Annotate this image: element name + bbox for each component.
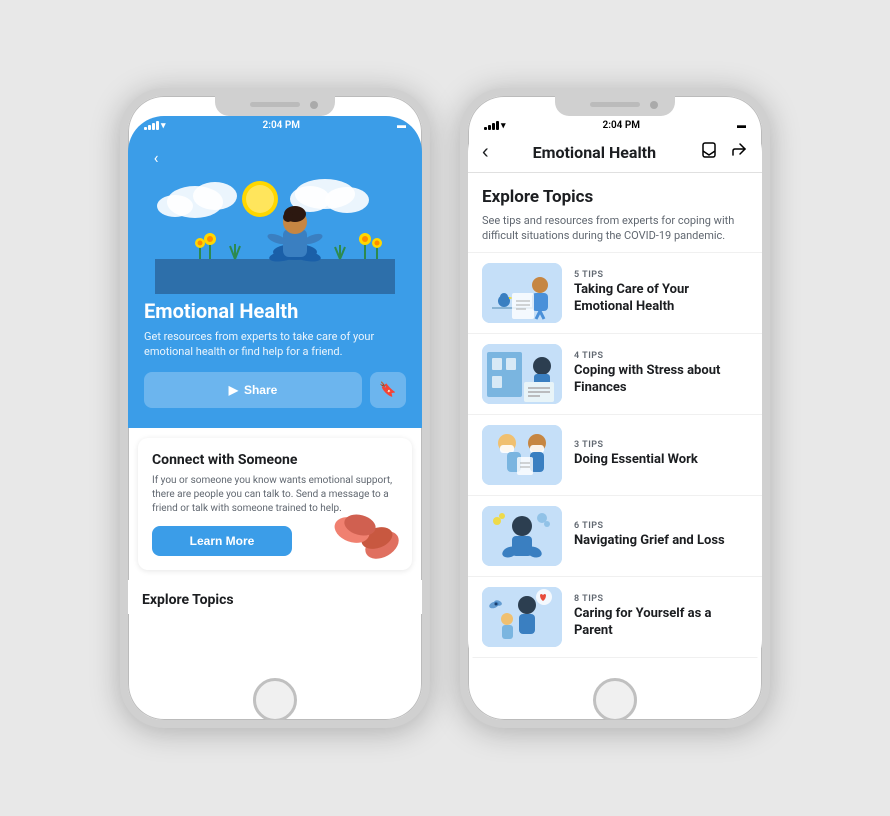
topic-info-3: 3 TIPS Doing Essential Work xyxy=(574,440,748,469)
explore-subtitle: See tips and resources from experts for … xyxy=(482,213,748,244)
phone-left: ▾ 2:04 PM ▬ ‹ xyxy=(120,88,430,728)
topic-tips-5: 8 TIPS xyxy=(574,594,748,604)
status-time-2: 2:04 PM xyxy=(603,120,641,131)
bookmark-button-2[interactable] xyxy=(700,141,718,164)
topic-item-1[interactable]: 5 TIPS Taking Care of Your Emotional Hea… xyxy=(468,253,762,334)
topic-info-5: 8 TIPS Caring for Yourself as a Parent xyxy=(574,594,748,640)
home-button[interactable] xyxy=(253,678,297,722)
status-bar-left: ▾ 2:04 PM ▬ xyxy=(128,116,422,133)
app-header: ‹ Emotional Health xyxy=(468,133,762,173)
topic-name-4: Navigating Grief and Loss xyxy=(574,533,748,550)
topic-thumb-5 xyxy=(482,587,562,647)
status-bar-right: ▾ 2:04 PM ▬ xyxy=(468,116,762,133)
topic-tips-1: 5 TIPS xyxy=(574,270,748,280)
topic-thumb-2 xyxy=(482,344,562,404)
bookmark-icon: 🔖 xyxy=(379,381,396,398)
hero-description: Get resources from experts to take care … xyxy=(144,329,406,360)
topic-info-4: 6 TIPS Navigating Grief and Loss xyxy=(574,521,748,550)
explore-main-title: Explore Topics xyxy=(482,187,748,207)
phone1-screen: ▾ 2:04 PM ▬ ‹ xyxy=(128,116,422,676)
connect-card: Connect with Someone If you or someone y… xyxy=(138,438,412,570)
signal-icon-2 xyxy=(484,121,499,130)
hero-illustration xyxy=(144,169,406,299)
header-actions xyxy=(700,141,748,164)
topic-name-3: Doing Essential Work xyxy=(574,452,748,469)
back-button-2[interactable]: ‹ xyxy=(482,141,489,164)
learn-more-button[interactable]: Learn More xyxy=(152,526,292,556)
explore-section-title: Explore Topics xyxy=(142,592,408,608)
share-button-2[interactable] xyxy=(730,141,748,164)
topic-name-1: Taking Care of Your Emotional Health xyxy=(574,282,748,316)
topic-thumb-1 xyxy=(482,263,562,323)
header-title: Emotional Health xyxy=(533,143,656,162)
topic-info-2: 4 TIPS Coping with Stress about Finances xyxy=(574,351,748,397)
share-icon: ▶ xyxy=(229,383,238,397)
phone2-speaker xyxy=(590,102,640,107)
connect-card-title: Connect with Someone xyxy=(152,452,398,468)
back-button[interactable]: ‹ xyxy=(144,145,168,169)
topic-item-4[interactable]: 6 TIPS Navigating Grief and Loss xyxy=(468,496,762,577)
bookmark-button[interactable]: 🔖 xyxy=(370,372,406,408)
topic-name-2: Coping with Stress about Finances xyxy=(574,363,748,397)
hero-section: ‹ xyxy=(128,133,422,428)
phone-camera xyxy=(310,101,318,109)
topic-item-3[interactable]: 3 TIPS Doing Essential Work xyxy=(468,415,762,496)
topic-thumb-3 xyxy=(482,425,562,485)
topic-info-1: 5 TIPS Taking Care of Your Emotional Hea… xyxy=(574,270,748,316)
topic-item-2[interactable]: 4 TIPS Coping with Stress about Finances xyxy=(468,334,762,415)
explore-section: Explore Topics xyxy=(128,580,422,614)
topic-name-5: Caring for Yourself as a Parent xyxy=(574,606,748,640)
explore-header: Explore Topics See tips and resources fr… xyxy=(468,173,762,253)
wifi-icon-2: ▾ xyxy=(501,121,506,131)
hero-title: Emotional Health xyxy=(144,299,406,323)
phone-right: ▾ 2:04 PM ▬ ‹ Emotional Health xyxy=(460,88,770,728)
hero-actions: ▶ Share 🔖 xyxy=(144,372,406,408)
battery-icon-2: ▬ xyxy=(737,120,746,131)
phone-speaker xyxy=(250,102,300,107)
content-area[interactable]: Explore Topics See tips and resources fr… xyxy=(468,173,762,676)
topic-tips-2: 4 TIPS xyxy=(574,351,748,361)
phone2-screen: ▾ 2:04 PM ▬ ‹ Emotional Health xyxy=(468,116,762,676)
signal-icon xyxy=(144,121,159,130)
share-button[interactable]: ▶ Share xyxy=(144,372,362,408)
topic-list: 5 TIPS Taking Care of Your Emotional Hea… xyxy=(468,253,762,658)
connect-illustration xyxy=(332,500,402,560)
status-time: 2:04 PM xyxy=(263,120,301,131)
battery-icon: ▬ xyxy=(397,120,406,131)
wifi-icon: ▾ xyxy=(161,121,166,131)
topic-item-5[interactable]: 8 TIPS Caring for Yourself as a Parent xyxy=(468,577,762,658)
topic-tips-4: 6 TIPS xyxy=(574,521,748,531)
topic-tips-3: 3 TIPS xyxy=(574,440,748,450)
phone2-camera xyxy=(650,101,658,109)
topic-thumb-4 xyxy=(482,506,562,566)
home-button-2[interactable] xyxy=(593,678,637,722)
